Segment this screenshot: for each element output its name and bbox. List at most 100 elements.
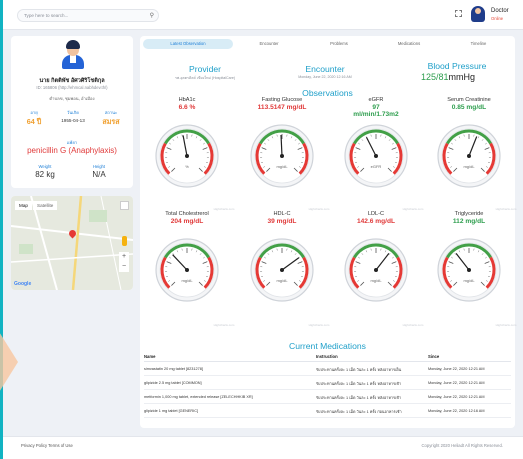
gauge-unit-label: mg/dL xyxy=(276,278,288,283)
encounter-date: Monday, June 22, 2020 12:16 AM xyxy=(298,75,352,79)
map-fullscreen-icon[interactable] xyxy=(120,201,129,210)
tab-problems[interactable]: Problems xyxy=(305,39,373,49)
fullscreen-icon[interactable] xyxy=(455,10,462,17)
medications-title: Current Medications xyxy=(289,341,366,351)
medication-name: glipizide 1 mg tablet [GENERIC] xyxy=(144,409,199,413)
footer: Privacy Policy Terms of Use Copyright 20… xyxy=(3,436,523,459)
header-since: Since xyxy=(428,354,440,359)
tab-medications[interactable]: Medications xyxy=(375,39,443,49)
age-field: อายุ 64 ปี xyxy=(19,109,49,128)
observation-value: 142.6 mg/dL xyxy=(356,218,396,225)
gauge-unit-label: mg/dL xyxy=(463,164,475,169)
gauge-unit-label: eGFR xyxy=(371,164,382,169)
header-name: Name xyxy=(144,354,156,359)
patient-address: ตำบลข, ชุมพอน, อำเมือง xyxy=(49,96,95,101)
medication-row[interactable]: metformin 1,000 mg tablet, extended rele… xyxy=(144,391,511,404)
search-placeholder: Type here to search... xyxy=(24,13,69,18)
marital-status-field: สถานะ สมรส xyxy=(95,109,127,128)
chart-credit: Highcharts.com xyxy=(308,323,330,327)
marital-status-value: สมรส xyxy=(102,117,120,126)
provider-title: Provider xyxy=(189,64,221,74)
allergy-value: penicillin G (Anaphylaxis) xyxy=(27,146,117,155)
medication-instruction: รับประทานครั้งละ 1 เม็ด วันละ 1 ครั้ง หล… xyxy=(316,382,402,386)
map-zoom-control[interactable]: + − xyxy=(119,252,129,272)
encounter-title: Encounter xyxy=(305,64,345,74)
observation-gauge: % xyxy=(154,123,220,189)
footer-copyright: Copyright 2020 Heliadt All Rights Reserv… xyxy=(421,443,503,448)
google-logo: Google xyxy=(14,281,32,287)
user-avatar[interactable] xyxy=(471,6,485,22)
map-tab-map[interactable]: Map xyxy=(15,201,32,210)
tab-timeline[interactable]: Timeline xyxy=(445,39,512,49)
height-field: Height N/A xyxy=(79,164,119,179)
search-input[interactable]: Type here to search... ⚲ xyxy=(17,9,159,22)
map-view[interactable]: Map Satellite + − Google xyxy=(11,196,133,290)
medication-row[interactable]: glipizide 2.5 mg tablet [COMMON] รับประทา… xyxy=(144,377,511,390)
tab-encounter[interactable]: Encounter xyxy=(235,39,303,49)
observation-name: eGFR xyxy=(368,97,384,103)
chart-credit: Highcharts.com xyxy=(495,323,517,327)
gauge-unit-label: mg/dL xyxy=(370,278,382,283)
age-value: 64 ปี xyxy=(26,117,42,126)
birthdate-value: 1955-04-13 xyxy=(61,118,85,123)
medication-row[interactable]: simvastatin 20 mg tablet [8231278] รับประ… xyxy=(144,363,511,376)
tab-latest-observation[interactable]: Latest Observation xyxy=(143,39,233,49)
observation-gauge: mg/dL xyxy=(249,123,315,189)
observation-name: HDL-C xyxy=(273,211,291,217)
user-name[interactable]: Doctor xyxy=(491,8,509,14)
medication-since: Monday, June 22, 2020 12:21 AM xyxy=(428,367,485,371)
footer-links[interactable]: Privacy Policy Terms of Use xyxy=(21,443,73,448)
map-tab-satellite[interactable]: Satellite xyxy=(33,201,58,210)
medication-since: Monday, June 22, 2020 12:21 AM xyxy=(428,381,485,385)
top-bar: Type here to search... ⚲ Doctor Online xyxy=(3,0,523,30)
height-label: Height xyxy=(92,164,106,169)
medication-instruction: รับประทานครั้งละ 1 เม็ด วันละ 1 ครั้ง ก่… xyxy=(316,410,402,414)
observation-gauge: mg/dL xyxy=(154,237,220,303)
observation-gauge: mg/dL xyxy=(436,237,502,303)
patient-avatar-icon xyxy=(58,40,88,70)
medication-row[interactable]: glipizide 1 mg tablet [GENERIC] รับประทาน… xyxy=(144,405,511,418)
gauge-unit-label: mg/dL xyxy=(276,164,288,169)
street-view-icon[interactable] xyxy=(122,236,127,246)
map-roads xyxy=(11,196,133,290)
observation-value: 204 mg/dL xyxy=(170,218,204,225)
blood-pressure-reading: 125/81mmHg xyxy=(421,72,475,82)
medication-since: Monday, June 22, 2020 12:21 AM xyxy=(428,395,485,399)
observation-value: 97 ml/min/1.73m2 xyxy=(353,104,399,118)
weight-label: Weight xyxy=(38,164,52,169)
search-icon[interactable]: ⚲ xyxy=(150,12,154,19)
header-instruction: Instruction xyxy=(316,354,338,359)
gauge-unit-label: % xyxy=(185,164,189,169)
patient-card: นาย กิตติพัช อัศวศิริโชติกุล ID: 165806 … xyxy=(11,36,133,188)
medication-name: metformin 1,000 mg tablet, extended rele… xyxy=(144,395,253,399)
age-label: อายุ xyxy=(30,110,38,115)
medication-instruction: รับประทานครั้งละ 1 เม็ด วันละ 1 ครั้ง หล… xyxy=(316,396,402,400)
gauge-unit-label: mg/dL xyxy=(181,278,193,283)
birthdate-label: วันเกิด xyxy=(67,110,79,115)
observation-gauge: eGFR xyxy=(343,123,409,189)
provider-name: รพ.อุตตรดิตถ์ เขียงใหม่ (HospitalCare) xyxy=(174,76,236,80)
observation-gauge: mg/dL xyxy=(249,237,315,303)
blood-pressure-unit: mmHg xyxy=(448,72,476,82)
observation-name: Fasting Glucose xyxy=(261,97,303,103)
gauge-unit-label: mg/dL xyxy=(463,278,475,283)
observation-value: 6.6 % xyxy=(178,104,196,111)
observation-name: Triglyceride xyxy=(454,211,484,217)
observation-value: 39 mg/dL xyxy=(267,218,297,225)
medication-instruction: รับประทานครั้งละ 1 เม็ด วันละ 1 ครั้ง หล… xyxy=(316,368,402,372)
observation-value: 0.85 mg/dL xyxy=(451,104,487,111)
patient-id: ID: 165806 (http://ehmcal.nabhdev.th/) xyxy=(36,85,108,90)
observation-gauge: mg/dL xyxy=(343,237,409,303)
observation-name: Serum Creatinine xyxy=(447,97,491,103)
medication-since: Monday, June 22, 2020 12:16 AM xyxy=(428,409,485,413)
user-status: Online xyxy=(491,16,504,21)
weight-field: Weight 82 kg xyxy=(25,164,65,179)
observation-name: Total Cholestrerol xyxy=(165,211,209,217)
weight-value: 82 kg xyxy=(35,170,55,179)
allergy-label: แพ้ยา xyxy=(66,140,78,145)
map-card: Map Satellite + − Google xyxy=(11,196,133,290)
blood-pressure-title: Blood Pressure xyxy=(427,61,487,71)
height-value: N/A xyxy=(92,170,106,179)
birthdate-field: วันเกิด 1955-04-13 xyxy=(55,109,91,123)
medication-name: glipizide 2.5 mg tablet [COMMON] xyxy=(144,381,202,385)
